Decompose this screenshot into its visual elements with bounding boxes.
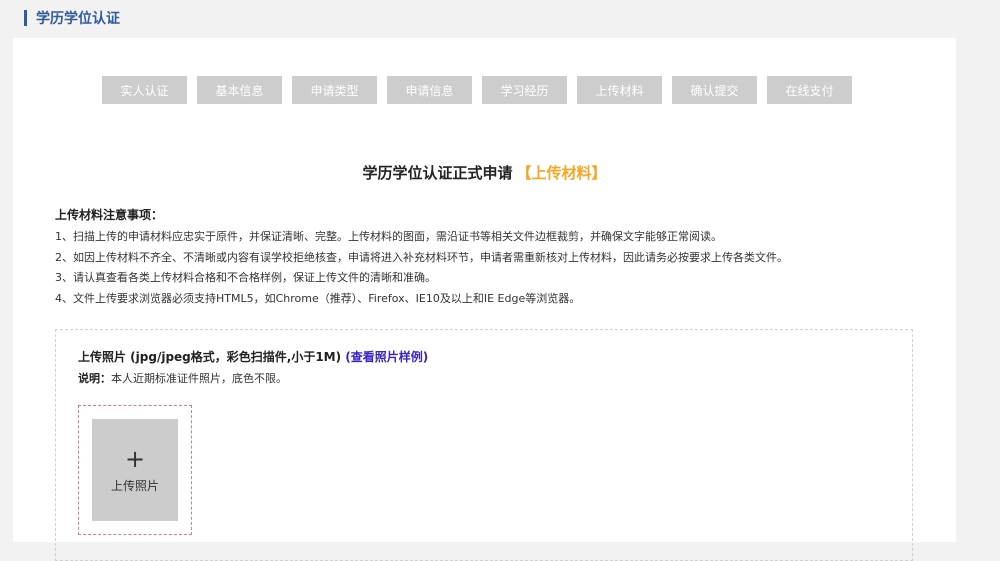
upload-photo-button[interactable]: + 上传照片	[92, 419, 178, 521]
upload-photo-requirements: 上传照片 (jpg/jpeg格式，彩色扫描件,小于1M)	[78, 350, 342, 364]
upload-note-text: 本人近期标准证件照片，底色不限。	[111, 372, 287, 385]
form-stage-label: 【上传材料】	[516, 164, 607, 182]
notice-section: 上传材料注意事项： 1、扫描上传的申请材料应忠实于原件，并保证清晰、完整。上传材…	[55, 206, 935, 309]
header-accent-bar	[24, 10, 27, 26]
plus-icon: +	[124, 444, 146, 473]
page-header: 学历学位认证	[24, 8, 120, 28]
step-upload-materials[interactable]: 上传材料	[577, 76, 662, 104]
step-basic-info[interactable]: 基本信息	[197, 76, 282, 104]
upload-photo-label: 上传照片	[110, 478, 159, 493]
notice-line: 2、如因上传材料不齐全、不清晰或内容有误学校拒绝核查，申请将进入补充材料环节，申…	[55, 250, 788, 264]
upload-note-label: 说明：	[78, 372, 111, 385]
notice-title: 上传材料注意事项：	[55, 208, 164, 222]
upload-photo-note: 说明：本人近期标准证件照片，底色不限。	[78, 370, 287, 386]
step-real-person-auth[interactable]: 实人认证	[102, 76, 187, 104]
notice-line: 3、请认真查看各类上传材料合格和不合格样例，保证上传文件的清晰和准确。	[55, 271, 436, 284]
upload-photo-title: 上传照片 (jpg/jpeg格式，彩色扫描件,小于1M) (查看照片样例)	[78, 348, 428, 365]
step-nav: 实人认证 基本信息 申请类型 申请信息 学习经历 上传材料 确认提交 在线支付	[102, 76, 852, 104]
main-panel: 实人认证 基本信息 申请类型 申请信息 学习经历 上传材料 确认提交 在线支付 …	[13, 38, 956, 561]
page-title: 学历学位认证	[36, 11, 120, 27]
form-title-text: 学历学位认证正式申请	[362, 164, 513, 182]
step-application-type[interactable]: 申请类型	[292, 76, 377, 104]
step-online-payment[interactable]: 在线支付	[767, 76, 852, 104]
step-confirm-submit[interactable]: 确认提交	[672, 76, 757, 104]
notice-line: 1、扫描上传的申请材料应忠实于原件，并保证清晰、完整。上传材料的图面，需沿证书等…	[55, 230, 722, 243]
step-application-info[interactable]: 申请信息	[387, 76, 472, 104]
photo-upload-section: 上传照片 (jpg/jpeg格式，彩色扫描件,小于1M) (查看照片样例) 说明…	[55, 329, 913, 561]
notice-line: 4、文件上传要求浏览器必须支持HTML5，如Chrome（推荐）、Firefox…	[55, 291, 581, 305]
upload-photo-frame: + 上传照片	[78, 405, 192, 535]
view-photo-sample-link[interactable]: (查看照片样例)	[345, 350, 428, 364]
form-title: 学历学位认证正式申请 【上传材料】	[13, 162, 956, 183]
page-scrollbar[interactable]	[992, 0, 1000, 542]
step-study-history[interactable]: 学习经历	[482, 76, 567, 104]
